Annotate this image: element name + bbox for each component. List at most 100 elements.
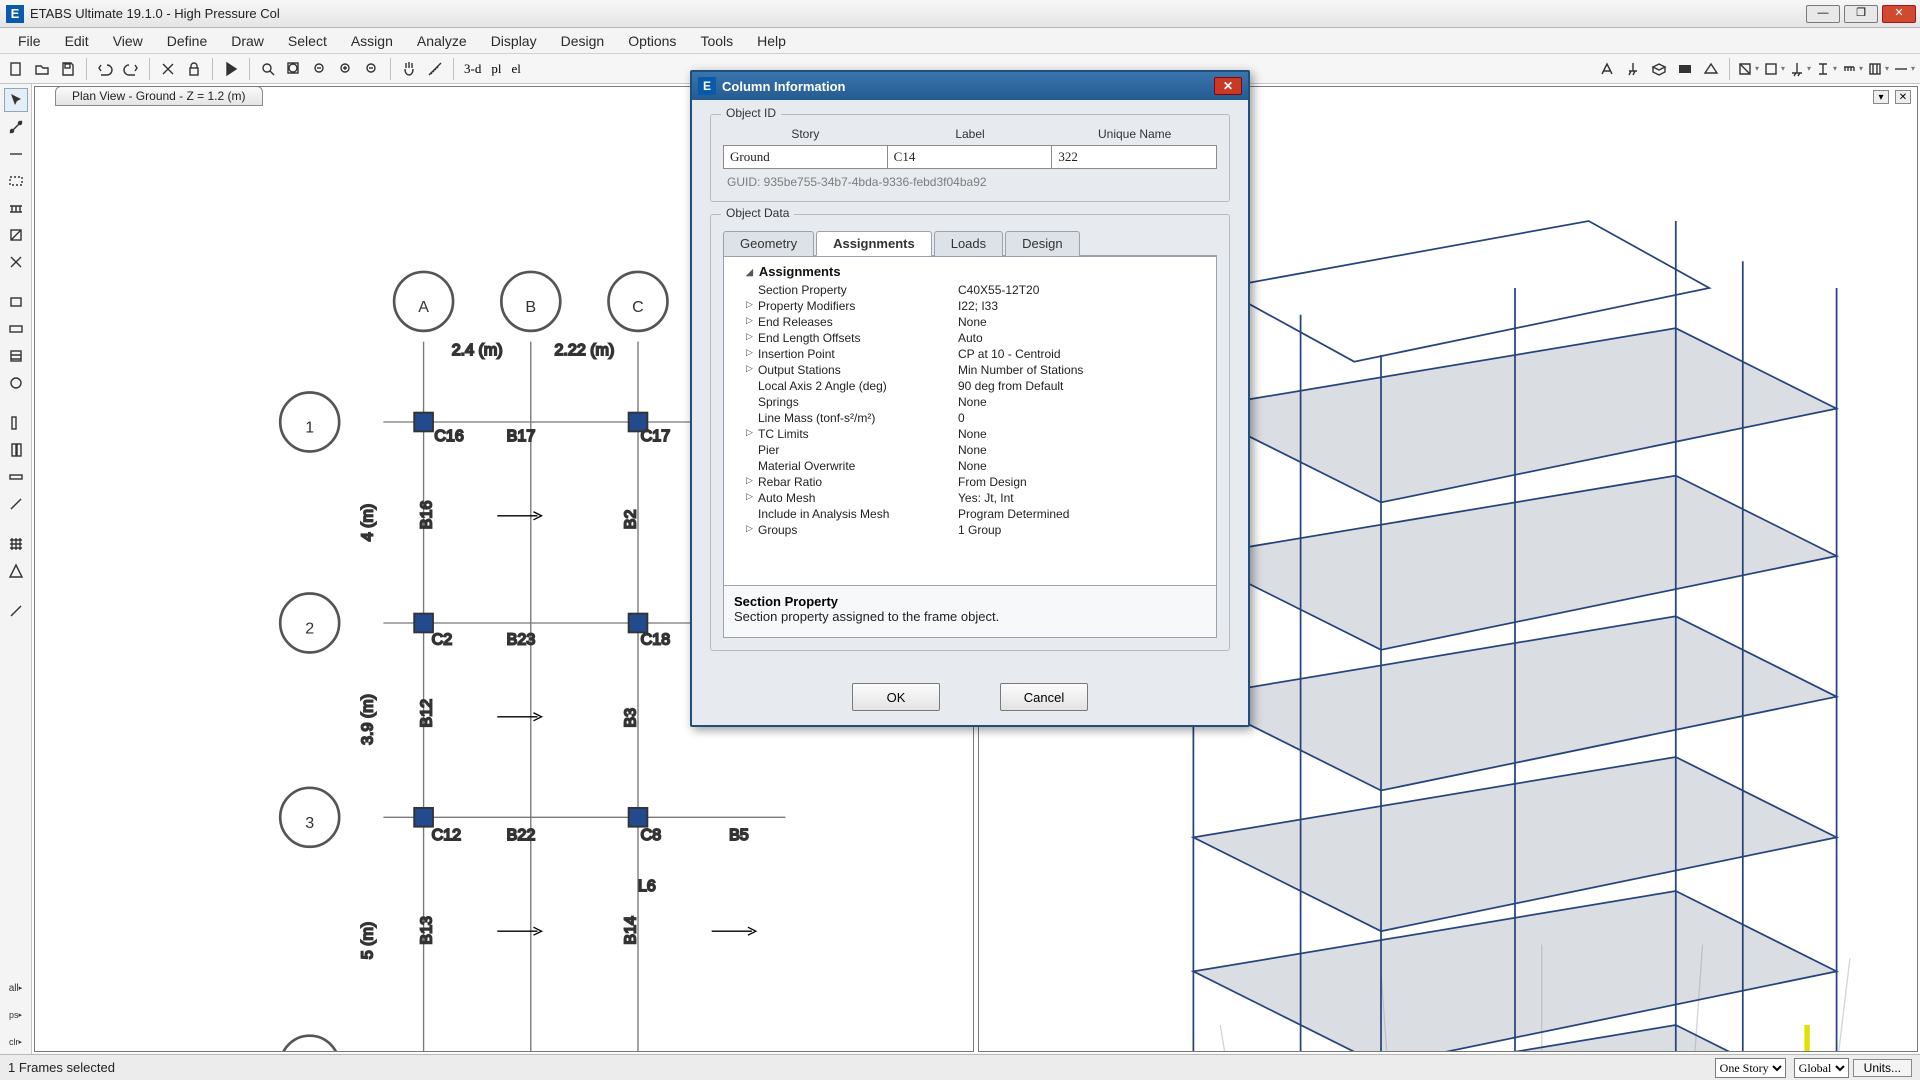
menu-options[interactable]: Options (616, 28, 688, 53)
ok-button[interactable]: OK (852, 683, 940, 711)
expand-icon[interactable]: ▷ (746, 523, 758, 537)
units-button[interactable]: Units... (1853, 1059, 1912, 1077)
assignment-row[interactable]: ▷Rebar RatioFrom Design (724, 474, 1216, 490)
menu-assign[interactable]: Assign (339, 28, 405, 53)
draw-beam-icon[interactable] (4, 142, 28, 166)
measure-icon[interactable] (423, 57, 447, 81)
assign-frame-icon[interactable] (1736, 57, 1760, 81)
show-extrude-icon[interactable] (1647, 57, 1671, 81)
expand-icon[interactable]: ▷ (746, 331, 758, 345)
assignment-row[interactable]: ▷Insertion PointCP at 10 - Centroid (724, 346, 1216, 362)
lock-icon[interactable] (182, 57, 206, 81)
draw-quick-floor-icon[interactable] (4, 344, 28, 368)
expand-icon[interactable] (746, 411, 758, 425)
view-3d-button[interactable]: 3-d (460, 61, 485, 77)
tab-loads[interactable]: Loads (934, 231, 1003, 256)
assign-load2-icon[interactable] (1866, 57, 1890, 81)
select-clear-icon[interactable]: clr▸ (4, 1030, 28, 1054)
select-all-icon[interactable]: all▸ (4, 976, 28, 1000)
dialog-close-button[interactable]: ✕ (1214, 77, 1242, 95)
draw-floor-icon[interactable] (4, 290, 28, 314)
assignment-row[interactable]: Local Axis 2 Angle (deg)90 deg from Defa… (724, 378, 1216, 394)
assignment-row[interactable]: ▷TC LimitsNone (724, 426, 1216, 442)
draw-brace-icon[interactable] (4, 223, 28, 247)
draw-wall2-icon[interactable] (4, 438, 28, 462)
select-prev-icon[interactable]: ps▸ (4, 1003, 28, 1027)
view-max-button[interactable]: ▾ (1873, 90, 1889, 104)
zoom-prev-icon[interactable] (308, 57, 332, 81)
expand-icon[interactable] (746, 283, 758, 297)
cancel-button[interactable]: Cancel (1000, 683, 1088, 711)
expand-icon[interactable]: ▷ (746, 491, 758, 505)
menu-file[interactable]: File (6, 28, 53, 53)
zoom-full-icon[interactable] (282, 57, 306, 81)
assignment-row[interactable]: Line Mass (tonf-s²/m²)0 (724, 410, 1216, 426)
draw-quick-beam-icon[interactable] (4, 169, 28, 193)
assign-load1-icon[interactable] (1840, 57, 1864, 81)
run-analysis-icon[interactable] (219, 57, 243, 81)
menu-edit[interactable]: Edit (53, 28, 101, 53)
assignment-row[interactable]: PierNone (724, 442, 1216, 458)
expand-icon[interactable] (746, 443, 758, 457)
draw-wall3-icon[interactable] (4, 465, 28, 489)
menu-view[interactable]: View (101, 28, 155, 53)
show-fill-icon[interactable] (1673, 57, 1697, 81)
draw-rect-icon[interactable] (4, 317, 28, 341)
draw-grid-icon[interactable] (4, 532, 28, 556)
assignment-row[interactable]: Include in Analysis MeshProgram Determin… (724, 506, 1216, 522)
assignment-row[interactable]: ▷End ReleasesNone (724, 314, 1216, 330)
view-elev-button[interactable]: el (507, 61, 524, 77)
show-supports-icon[interactable] (1621, 57, 1645, 81)
view-close-button[interactable]: ✕ (1895, 90, 1911, 104)
menu-define[interactable]: Define (155, 28, 219, 53)
menu-help[interactable]: Help (745, 28, 798, 53)
refresh-icon[interactable] (156, 57, 180, 81)
window-maximize-button[interactable]: ❐ (1844, 5, 1878, 23)
assign-shell-icon[interactable] (1762, 57, 1786, 81)
oid-story-input[interactable] (723, 145, 888, 169)
view-plan-button[interactable]: pl (487, 61, 505, 77)
expand-icon[interactable] (746, 395, 758, 409)
window-minimize-button[interactable]: — (1806, 5, 1840, 23)
reshape-tool-icon[interactable] (4, 115, 28, 139)
assignment-row[interactable]: ▷Output StationsMin Number of Stations (724, 362, 1216, 378)
tab-assignments[interactable]: Assignments (816, 231, 932, 256)
assignment-row[interactable]: ▷Groups1 Group (724, 522, 1216, 538)
show-perspective-icon[interactable] (1699, 57, 1723, 81)
draw-column-icon[interactable] (4, 196, 28, 220)
window-close-button[interactable]: ✕ (1882, 5, 1916, 23)
snap-toggle-icon[interactable] (4, 599, 28, 623)
assignment-row[interactable]: ▷Auto MeshYes: Jt, Int (724, 490, 1216, 506)
story-select[interactable]: One Story (1715, 1058, 1786, 1078)
draw-secondary-icon[interactable] (4, 250, 28, 274)
save-icon[interactable] (56, 57, 80, 81)
assignment-row[interactable]: ▷Property ModifiersI22; I33 (724, 298, 1216, 314)
undo-icon[interactable] (93, 57, 117, 81)
assignment-row[interactable]: SpringsNone (724, 394, 1216, 410)
menu-display[interactable]: Display (479, 28, 549, 53)
draw-wall-icon[interactable] (4, 371, 28, 395)
draw-wall-open-icon[interactable] (4, 492, 28, 516)
assignments-grid[interactable]: Assignments Section PropertyC40X55-12T20… (723, 256, 1217, 586)
show-labels-icon[interactable] (1595, 57, 1619, 81)
expand-icon[interactable]: ▷ (746, 363, 758, 377)
pointer-tool-icon[interactable] (4, 88, 28, 112)
assign-restraint-icon[interactable] (1788, 57, 1812, 81)
menu-analyze[interactable]: Analyze (405, 28, 479, 53)
tab-design[interactable]: Design (1005, 231, 1079, 256)
expand-icon[interactable]: ▷ (746, 475, 758, 489)
new-icon[interactable] (4, 57, 28, 81)
expand-icon[interactable]: ▷ (746, 347, 758, 361)
zoom-out-icon[interactable] (360, 57, 384, 81)
pan-icon[interactable] (397, 57, 421, 81)
menu-select[interactable]: Select (276, 28, 339, 53)
menu-design[interactable]: Design (549, 28, 617, 53)
open-icon[interactable] (30, 57, 54, 81)
dialog-titlebar[interactable]: E Column Information ✕ (692, 72, 1248, 100)
oid-uname-input[interactable] (1052, 145, 1217, 169)
assignment-row[interactable]: ▷End Length OffsetsAuto (724, 330, 1216, 346)
assign-load3-icon[interactable] (1892, 57, 1916, 81)
assign-section-icon[interactable] (1814, 57, 1838, 81)
oid-label-input[interactable] (888, 145, 1053, 169)
coord-select[interactable]: Global (1794, 1058, 1849, 1078)
